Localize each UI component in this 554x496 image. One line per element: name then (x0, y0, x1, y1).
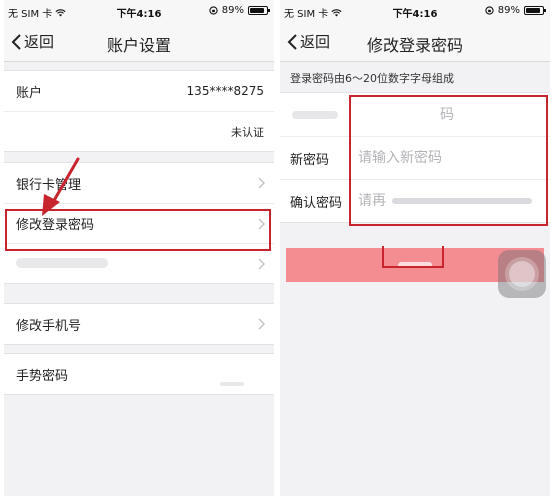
confirm-password-row: 确认密码 (280, 179, 550, 222)
back-button[interactable]: 返回 (10, 31, 54, 52)
battery-fill (250, 8, 265, 13)
new-password-label: 新密码 (290, 152, 330, 168)
password-form: 新密码 确认密码 (280, 92, 550, 223)
battery-percent: 89% (497, 5, 520, 16)
old-password-label (292, 111, 338, 119)
back-chevron-icon (11, 33, 21, 50)
battery-icon (248, 6, 270, 15)
password-rule-hint: 登录密码由6～20位数字字母组成 (290, 72, 454, 85)
chevron-icon (258, 318, 265, 330)
gesture-toggle[interactable] (220, 382, 244, 386)
back-chevron-icon (287, 33, 297, 50)
verification-row[interactable]: 未认证 (4, 111, 274, 151)
confirm-button-label (398, 262, 432, 268)
battery-icon (524, 6, 546, 15)
chevron-icon (258, 258, 265, 270)
back-label: 返回 (24, 33, 55, 51)
nav-bar: 返回 修改登录密码 (280, 22, 550, 62)
confirm-smudge (392, 198, 532, 204)
account-value: 135****8275 (186, 84, 264, 98)
phone-group: 修改手机号 (4, 303, 274, 345)
change-phone-item[interactable]: 修改手机号 (4, 304, 274, 344)
change-phone-label: 修改手机号 (16, 318, 82, 334)
account-group: 账户 135****8275 未认证 (4, 70, 274, 152)
gesture-password-label: 手势密码 (16, 368, 69, 384)
lock-icon (485, 6, 494, 15)
nav-bar: 返回 账户设置 (4, 22, 274, 62)
battery-fill (526, 8, 541, 13)
chevron-icon (258, 177, 265, 189)
verification-status: 未认证 (231, 125, 264, 139)
arrow-icon (42, 157, 80, 216)
change-password-screen: 无 SIM 卡 下午4:16 89% 返回 修改登录密码 登录密码由6～20位数… (280, 0, 550, 496)
back-button[interactable]: 返回 (286, 31, 330, 52)
assistive-touch-icon (509, 261, 535, 287)
new-password-input[interactable] (358, 150, 538, 166)
lock-icon (209, 6, 218, 15)
old-password-row (280, 93, 550, 136)
obscured-label (16, 258, 108, 268)
account-row: 账户 135****8275 (4, 71, 274, 111)
back-label: 返回 (300, 33, 331, 51)
gesture-group: 手势密码 (4, 353, 274, 395)
battery-percent: 89% (221, 5, 244, 16)
account-settings-screen: 无 SIM 卡 下午4:16 89% 返回 账户设置 账户 135****827… (4, 0, 274, 496)
confirm-password-label: 确认密码 (290, 195, 343, 211)
account-label: 账户 (16, 85, 43, 101)
old-password-input[interactable] (358, 106, 454, 123)
assistive-touch-button[interactable] (498, 250, 546, 298)
gesture-password-item[interactable]: 手势密码 (4, 354, 274, 394)
new-password-row: 新密码 (280, 136, 550, 179)
obscured-item[interactable] (4, 243, 274, 283)
status-bar: 无 SIM 卡 下午4:16 89% (4, 0, 274, 22)
status-bar: 无 SIM 卡 下午4:16 89% (280, 0, 550, 22)
chevron-icon (258, 218, 265, 230)
